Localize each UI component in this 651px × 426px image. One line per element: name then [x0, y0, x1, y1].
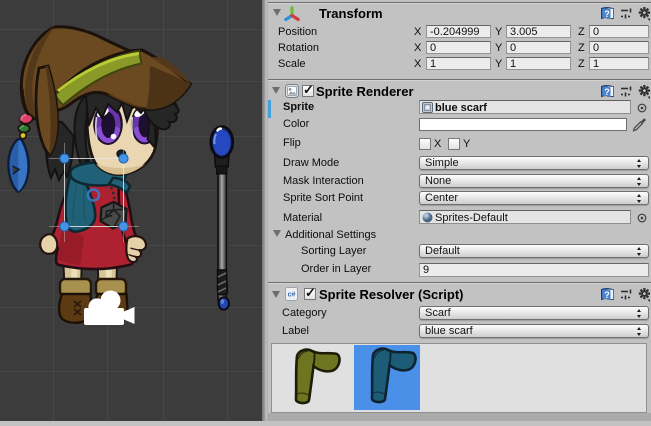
svg-text:c#: c#	[288, 292, 296, 299]
